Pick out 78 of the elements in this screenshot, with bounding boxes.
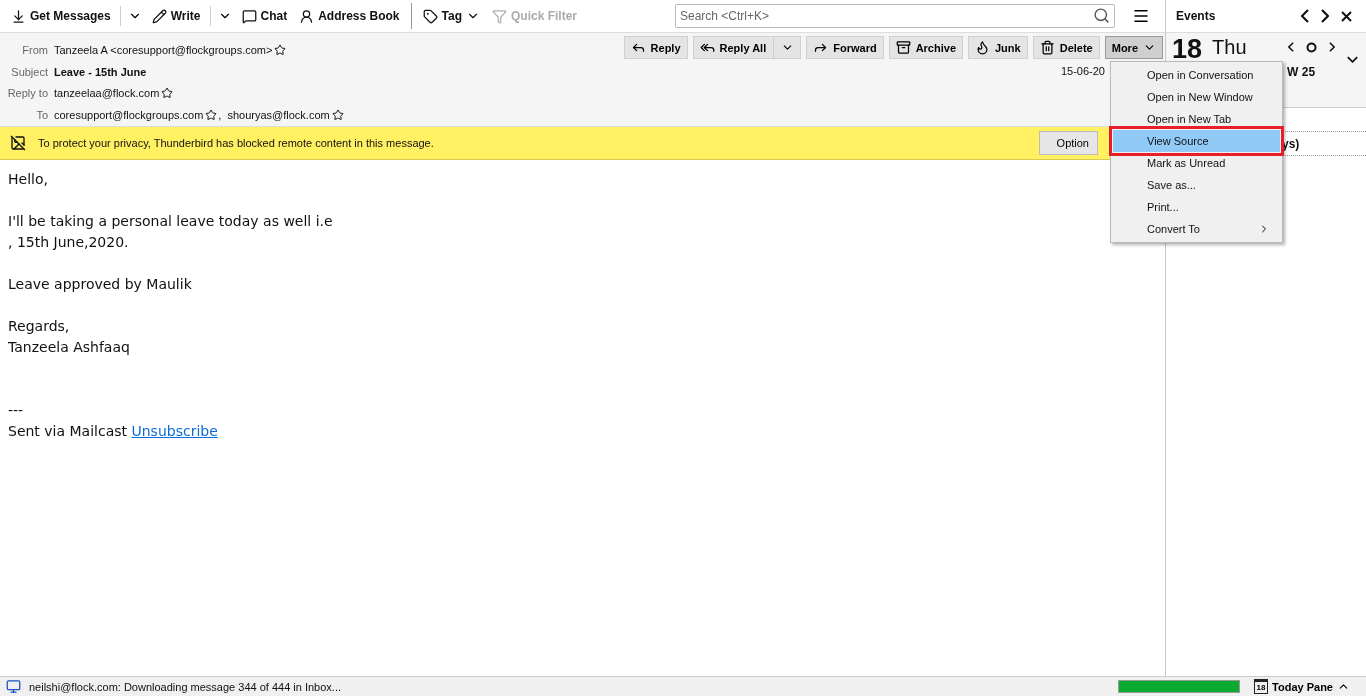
signature-separator: --- — [8, 401, 25, 420]
flame-icon — [975, 40, 990, 55]
star-icon — [161, 87, 174, 100]
menu-item[interactable]: Print... — [1113, 196, 1280, 218]
toolbar-button[interactable]: Write — [146, 4, 206, 28]
search-icon — [1093, 7, 1110, 24]
trash-icon — [1039, 40, 1055, 55]
chevron-left-icon — [1288, 42, 1294, 52]
close-button[interactable] — [1341, 10, 1352, 22]
message-button[interactable]: Forward — [806, 36, 884, 59]
star-icon — [331, 109, 344, 122]
chevron-right-icon — [1329, 42, 1335, 52]
message-button[interactable]: Junk — [968, 36, 1028, 59]
toolbar-button[interactable]: Get Messages — [6, 4, 116, 28]
filter-icon — [492, 8, 507, 24]
message-date: 15-06-20 — [1060, 65, 1105, 77]
chevron-right-icon — [1321, 9, 1329, 23]
message-button[interactable]: Delete — [1032, 36, 1100, 59]
field-label: Reply to — [6, 87, 48, 100]
menu-item[interactable]: Open in Conversation — [1113, 64, 1280, 86]
field-label: To — [35, 109, 48, 122]
message-button[interactable]: More — [1104, 36, 1163, 59]
menu-item[interactable]: Open in New Tab — [1113, 108, 1280, 130]
today-button[interactable] — [1306, 42, 1317, 53]
body-text: Regards, — [8, 317, 71, 336]
toolbar-button[interactable]: Tag — [417, 4, 485, 28]
search-field[interactable]: Search <Ctrl+K> — [675, 4, 1115, 28]
body-text: Tanzeela Ashfaaq — [8, 338, 131, 357]
archive-icon — [895, 40, 911, 55]
star-icon — [205, 109, 218, 122]
toolbar-button[interactable]: Address Book — [294, 4, 405, 28]
next-button[interactable] — [1321, 9, 1329, 23]
download-icon — [11, 8, 26, 24]
menu-icon — [1132, 7, 1150, 25]
field-label: From — [21, 43, 48, 56]
separator-text: , — [218, 109, 222, 122]
chevron-left-icon — [1301, 9, 1309, 23]
chevron-down-icon — [1347, 56, 1358, 63]
menu-item[interactable]: Convert To — [1113, 218, 1280, 240]
close-icon — [1341, 10, 1352, 22]
field-label: Subject — [10, 65, 48, 78]
pencil-icon — [151, 8, 167, 24]
blocked-image-icon — [10, 135, 26, 151]
signature-text: Sent via Mailcast — [8, 423, 127, 439]
calendar-week: W 25 — [1287, 65, 1316, 79]
previous-day-button[interactable] — [1288, 42, 1294, 52]
options-button[interactable]: Option — [1038, 131, 1098, 155]
body-text: , 15th June,2020. — [8, 233, 130, 252]
expand-button[interactable] — [1347, 56, 1358, 63]
toolbar-button[interactable]: Chat — [236, 4, 293, 28]
menu-item[interactable]: Save as... — [1113, 174, 1280, 196]
contact[interactable]: shouryas@flock.com — [227, 109, 344, 122]
notification-text: To protect your privacy, Thunderbird has blocked remote content in this message. — [38, 137, 434, 149]
person-icon — [299, 8, 315, 24]
network-icon — [6, 679, 21, 694]
tag-icon — [422, 8, 438, 24]
calendar-day: 18 — [1172, 36, 1203, 62]
star-icon — [274, 43, 287, 56]
previous-button[interactable] — [1301, 9, 1309, 23]
circle-icon — [1306, 42, 1317, 53]
menu-item[interactable]: Mark as Unread — [1113, 152, 1280, 174]
message-button[interactable]: Archive — [888, 36, 963, 59]
message-button[interactable]: Reply — [623, 36, 688, 59]
contact[interactable]: coresupport@flockgroups.com — [54, 109, 218, 122]
body-text: Leave approved by Maulik — [8, 275, 193, 294]
pane-title: Events — [1176, 9, 1216, 23]
calendar-icon: 18 — [1254, 679, 1269, 694]
next-day-button[interactable] — [1329, 42, 1335, 52]
contact[interactable]: Tanzeela A <coresupport@flockgroups.com> — [54, 43, 287, 56]
today-pane-button[interactable]: 18 Today Pane — [1248, 678, 1356, 695]
unsubscribe-link[interactable]: Unsubscribe — [131, 423, 218, 439]
subject-text: Leave - 15th June — [54, 65, 147, 78]
calendar-weekday: Thu — [1212, 36, 1248, 58]
contact[interactable]: tanzeelaa@flock.com — [54, 87, 174, 100]
chat-icon — [241, 8, 257, 24]
menu-item[interactable]: Open in New Window — [1113, 86, 1280, 108]
message-button[interactable]: Reply All — [692, 36, 802, 59]
status-text: neilshi@flock.com: Downloading message 344 of 444 in Inbox... — [29, 680, 341, 693]
